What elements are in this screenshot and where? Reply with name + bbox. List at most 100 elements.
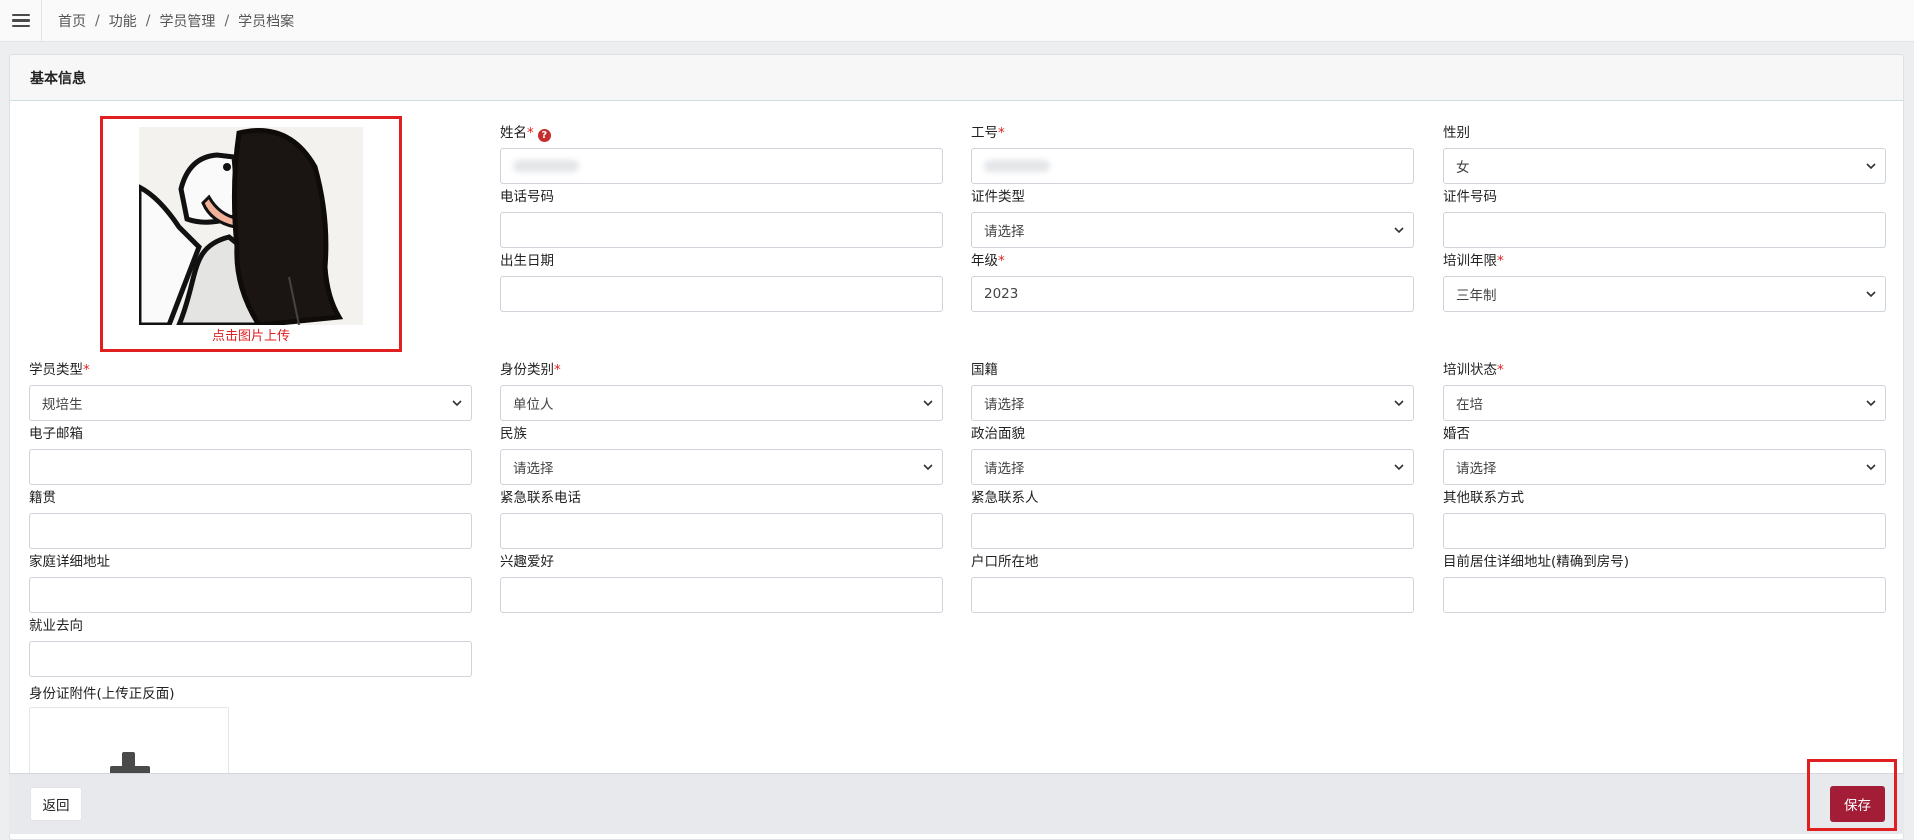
breadcrumb-student-management[interactable]: 学员管理 bbox=[159, 11, 215, 31]
emergency-phone-field: 紧急联系电话 bbox=[500, 489, 943, 549]
gender-label: 性别 bbox=[1443, 125, 1470, 141]
phone-field: 电话号码 bbox=[500, 188, 943, 248]
grade-field: 年级* 2023 bbox=[971, 252, 1414, 312]
identity-label: 身份类别* bbox=[500, 362, 561, 378]
breadcrumb-home[interactable]: 首页 bbox=[58, 11, 86, 31]
chevron-down-icon bbox=[1866, 400, 1876, 407]
politics-select[interactable]: 请选择 bbox=[971, 449, 1414, 485]
id-no-label: 证件号码 bbox=[1443, 189, 1497, 205]
current-address-field: 目前居住详细地址(精确到房号) bbox=[1443, 553, 1886, 613]
name-input[interactable] bbox=[500, 148, 943, 184]
identity-select[interactable]: 单位人 bbox=[500, 385, 943, 421]
home-address-input[interactable] bbox=[29, 577, 472, 613]
emergency-phone-label: 紧急联系电话 bbox=[500, 490, 581, 506]
birthday-field: 出生日期 bbox=[500, 252, 943, 312]
avatar-photo[interactable] bbox=[139, 127, 363, 325]
marital-select[interactable]: 请选择 bbox=[1443, 449, 1886, 485]
photo-upload-area[interactable]: 点击图片上传 bbox=[100, 116, 402, 352]
id-type-label: 证件类型 bbox=[971, 189, 1025, 205]
breadcrumb-separator: / bbox=[145, 12, 151, 29]
native-place-field: 籍贯 bbox=[29, 489, 472, 549]
email-input[interactable] bbox=[29, 449, 472, 485]
right-gutter bbox=[1906, 42, 1914, 840]
politics-field: 政治面貌 请选择 bbox=[971, 425, 1414, 485]
help-icon[interactable]: ? bbox=[537, 129, 551, 142]
gender-select[interactable]: 女 bbox=[1443, 148, 1886, 184]
training-status-field: 培训状态* 在培 bbox=[1443, 361, 1886, 421]
id-type-select[interactable]: 请选择 bbox=[971, 212, 1414, 248]
home-address-field: 家庭详细地址 bbox=[29, 553, 472, 613]
phone-label: 电话号码 bbox=[500, 189, 554, 205]
chevron-down-icon bbox=[923, 400, 933, 407]
top-bar: 首页 / 功能 / 学员管理 / 学员档案 bbox=[0, 0, 1914, 42]
save-button[interactable]: 保存 bbox=[1830, 786, 1885, 822]
photo-upload-caption[interactable]: 点击图片上传 bbox=[103, 325, 399, 344]
employment-input[interactable] bbox=[29, 641, 472, 677]
form-footer: 返回 bbox=[9, 773, 1904, 834]
hamburger-icon bbox=[11, 13, 30, 28]
phone-input[interactable] bbox=[500, 212, 943, 248]
other-contact-input[interactable] bbox=[1443, 513, 1886, 549]
other-contact-label: 其他联系方式 bbox=[1443, 490, 1524, 506]
hukou-label: 户口所在地 bbox=[971, 554, 1039, 570]
staff-no-input[interactable] bbox=[971, 148, 1414, 184]
emergency-phone-input[interactable] bbox=[500, 513, 943, 549]
ethnicity-field: 民族 请选择 bbox=[500, 425, 943, 485]
hukou-input[interactable] bbox=[971, 577, 1414, 613]
chevron-down-icon bbox=[1866, 291, 1876, 298]
ethnicity-select[interactable]: 请选择 bbox=[500, 449, 943, 485]
training-years-select[interactable]: 三年制 bbox=[1443, 276, 1886, 312]
chevron-down-icon bbox=[452, 400, 462, 407]
name-label: 姓名*? bbox=[500, 124, 943, 142]
employment-label: 就业去向 bbox=[29, 618, 83, 634]
breadcrumb-student-records: 学员档案 bbox=[238, 13, 295, 30]
chevron-down-icon bbox=[923, 464, 933, 471]
employment-field: 就业去向 bbox=[29, 617, 472, 677]
ethnicity-label: 民族 bbox=[500, 426, 527, 442]
training-years-field: 培训年限* 三年制 bbox=[1443, 252, 1886, 312]
grade-input[interactable]: 2023 bbox=[971, 276, 1414, 312]
nationality-select[interactable]: 请选择 bbox=[971, 385, 1414, 421]
email-label: 电子邮箱 bbox=[29, 426, 83, 442]
emergency-contact-input[interactable] bbox=[971, 513, 1414, 549]
training-status-select[interactable]: 在培 bbox=[1443, 385, 1886, 421]
blurred-value bbox=[984, 160, 1050, 172]
hobbies-label: 兴趣爱好 bbox=[500, 554, 554, 570]
card-title: 基本信息 bbox=[30, 70, 86, 87]
breadcrumb-separator: / bbox=[95, 12, 100, 29]
back-button[interactable]: 返回 bbox=[30, 787, 82, 821]
current-address-input[interactable] bbox=[1443, 577, 1886, 613]
id-no-field: 证件号码 bbox=[1443, 188, 1886, 248]
email-field: 电子邮箱 bbox=[29, 425, 472, 485]
marital-field: 婚否 请选择 bbox=[1443, 425, 1886, 485]
native-place-label: 籍贯 bbox=[29, 490, 56, 506]
staff-no-label: 工号* bbox=[971, 125, 1005, 141]
other-contact-field: 其他联系方式 bbox=[1443, 489, 1886, 549]
training-years-label: 培训年限* bbox=[1443, 253, 1504, 269]
politics-label: 政治面貌 bbox=[971, 426, 1025, 442]
chevron-down-icon bbox=[1866, 464, 1876, 471]
chevron-down-icon bbox=[1394, 227, 1404, 234]
nationality-label: 国籍 bbox=[971, 362, 998, 378]
grade-label: 年级* bbox=[971, 253, 1005, 269]
menu-toggle-button[interactable] bbox=[0, 0, 42, 42]
id-no-input[interactable] bbox=[1443, 212, 1886, 248]
breadcrumb: 首页 / 功能 / 学员管理 / 学员档案 bbox=[58, 11, 294, 31]
birthday-input[interactable] bbox=[500, 276, 943, 312]
emergency-contact-field: 紧急联系人 bbox=[971, 489, 1414, 549]
marital-label: 婚否 bbox=[1443, 426, 1470, 442]
staff-no-field: 工号* bbox=[971, 124, 1414, 184]
breadcrumb-features[interactable]: 功能 bbox=[109, 11, 137, 31]
student-type-select[interactable]: 规培生 bbox=[29, 385, 472, 421]
hobbies-field: 兴趣爱好 bbox=[500, 553, 943, 613]
blurred-value bbox=[513, 160, 579, 172]
id-attachment-label: 身份证附件(上传正反面) bbox=[29, 686, 175, 702]
student-type-field: 学员类型* 规培生 bbox=[29, 361, 472, 421]
breadcrumb-separator: / bbox=[224, 12, 230, 29]
gender-field: 性别 女 bbox=[1443, 124, 1886, 184]
identity-field: 身份类别* 单位人 bbox=[500, 361, 943, 421]
chevron-down-icon bbox=[1394, 400, 1404, 407]
hobbies-input[interactable] bbox=[500, 577, 943, 613]
hukou-field: 户口所在地 bbox=[971, 553, 1414, 613]
native-place-input[interactable] bbox=[29, 513, 472, 549]
